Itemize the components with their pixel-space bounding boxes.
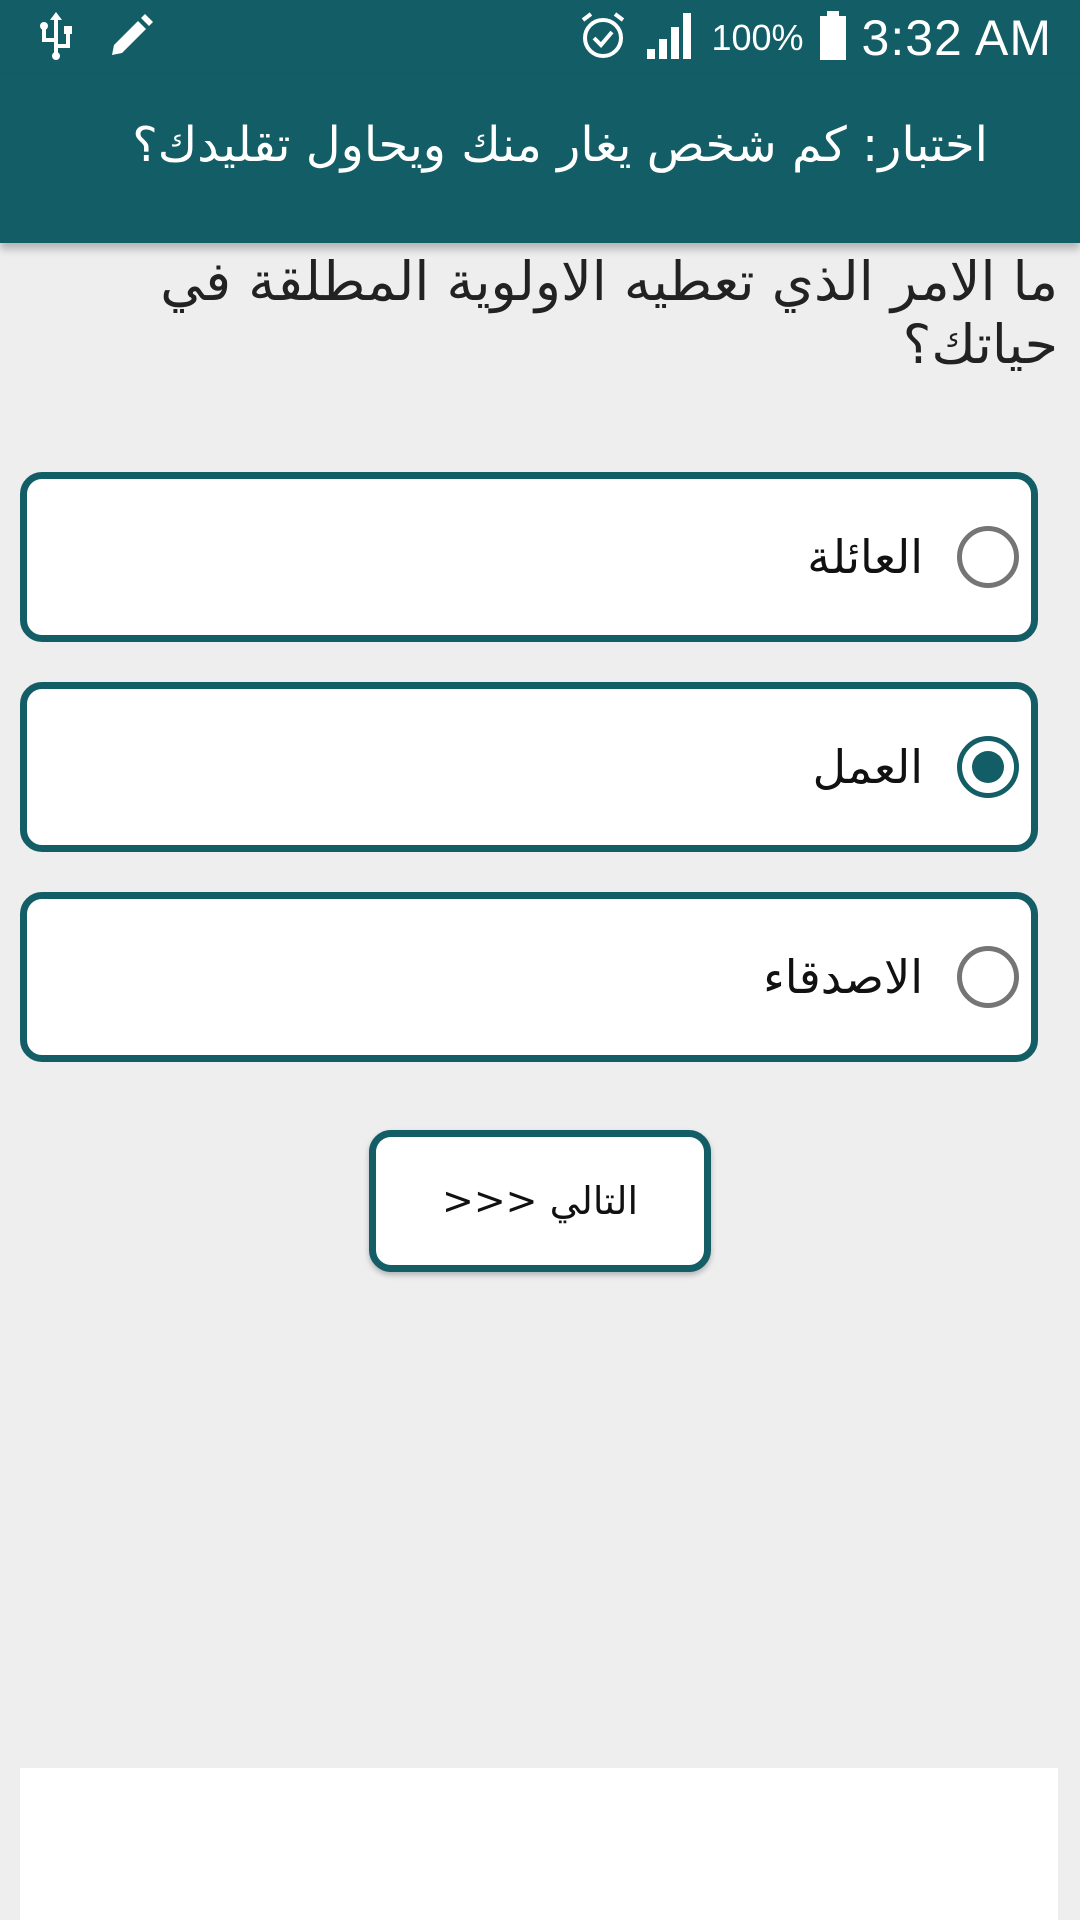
app-toolbar: اختبار: كم شخص يغار منك ويحاول تقليدك؟ — [0, 75, 1080, 243]
ad-banner-area — [20, 1768, 1058, 1920]
option-label: العمل — [812, 740, 923, 794]
option-card-work[interactable]: العمل — [20, 682, 1038, 852]
option-label: الاصدقاء — [763, 950, 923, 1004]
option-card-friends[interactable]: الاصدقاء — [20, 892, 1038, 1062]
battery-icon — [818, 11, 848, 65]
radio-button-selected[interactable] — [957, 736, 1019, 798]
radio-button[interactable] — [957, 946, 1019, 1008]
edit-icon — [108, 13, 154, 63]
alarm-icon — [577, 10, 629, 66]
option-card-family[interactable]: العائلة — [20, 472, 1038, 642]
question-text: ما الامر الذي تعطيه الاولوية المطلقة في … — [160, 250, 1058, 376]
status-bar: 100% 3:32 AM — [0, 0, 1080, 75]
clock: 3:32 AM — [861, 10, 1052, 66]
toolbar-title: اختبار: كم شخص يغار منك ويحاول تقليدك؟ — [132, 117, 988, 173]
option-label: العائلة — [807, 530, 923, 584]
battery-percent: 100% — [711, 17, 804, 58]
signal-icon — [643, 11, 697, 65]
next-button[interactable]: التالي <<< — [369, 1130, 711, 1272]
radio-button[interactable] — [957, 526, 1019, 588]
usb-icon — [38, 12, 74, 64]
